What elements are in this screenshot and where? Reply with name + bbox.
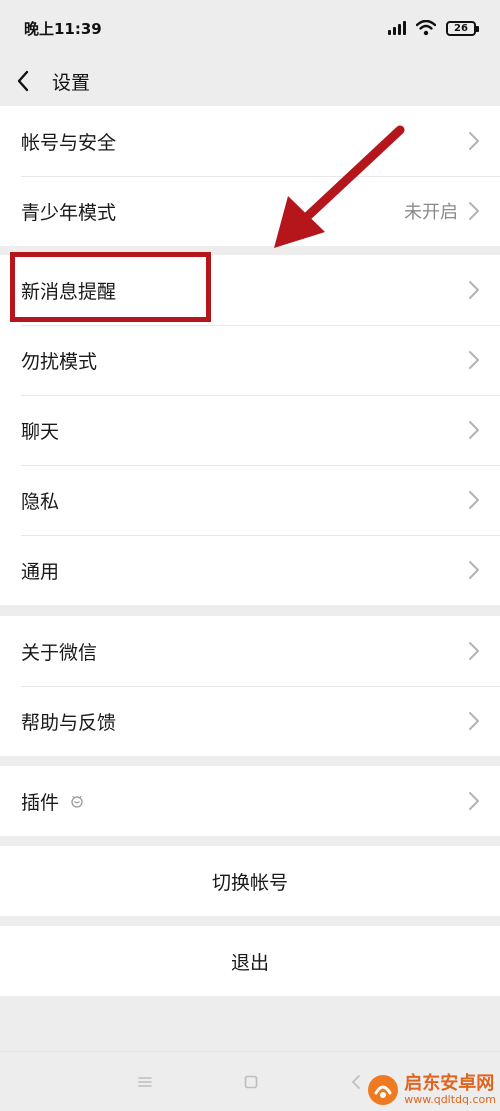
settings-group-plugins: 插件 — [0, 766, 500, 836]
chevron-right-icon — [469, 561, 479, 579]
logout-button[interactable]: 退出 — [0, 926, 500, 996]
chevron-right-icon — [469, 281, 479, 299]
home-icon[interactable] — [243, 1074, 259, 1090]
watermark-logo-icon — [368, 1075, 399, 1105]
chevron-right-icon — [469, 642, 479, 660]
back-arrow-icon[interactable] — [16, 69, 40, 93]
settings-item-label: 插件 — [21, 788, 85, 815]
settings-item-teen-mode[interactable]: 青少年模式 未开启 — [0, 176, 500, 246]
settings-item-label: 关于微信 — [21, 641, 98, 664]
settings-item-privacy[interactable]: 隐私 — [0, 465, 500, 535]
switch-account-section: 切换帐号 — [0, 846, 500, 916]
chevron-right-icon — [469, 712, 479, 730]
settings-item-label: 通用 — [21, 560, 60, 583]
chevron-right-icon — [469, 792, 479, 810]
plugins-label: 插件 — [21, 791, 60, 814]
wifi-icon — [416, 20, 436, 36]
chevron-right-icon — [469, 351, 479, 369]
battery-level: 26 — [454, 22, 468, 34]
back-icon[interactable] — [349, 1074, 363, 1090]
settings-item-label: 新消息提醒 — [21, 280, 117, 303]
settings-item-label: 青少年模式 — [21, 201, 117, 224]
status-icons: 26 — [388, 20, 479, 36]
page-title: 设置 — [52, 71, 91, 94]
switch-account-button[interactable]: 切换帐号 — [0, 846, 500, 916]
settings-item-account-security[interactable]: 帐号与安全 — [0, 106, 500, 176]
settings-item-label: 帐号与安全 — [21, 131, 117, 154]
chevron-right-icon — [469, 491, 479, 509]
settings-item-label: 帮助与反馈 — [21, 711, 117, 734]
settings-item-new-message-alerts[interactable]: 新消息提醒 — [0, 255, 500, 325]
chevron-right-icon — [469, 132, 479, 150]
settings-item-label: 隐私 — [21, 490, 60, 513]
settings-group-about: 关于微信 帮助与反馈 — [0, 616, 500, 756]
logout-section: 退出 — [0, 926, 500, 996]
battery-icon: 26 — [446, 20, 479, 36]
settings-item-plugins[interactable]: 插件 — [0, 766, 500, 836]
status-bar: 晚上11:39 26 — [0, 0, 500, 56]
settings-item-about-wechat[interactable]: 关于微信 — [0, 616, 500, 686]
nav-bar: 设置 — [0, 56, 500, 106]
chevron-right-icon — [469, 202, 479, 220]
watermark: 启东安卓网 www.qdltdq.com — [366, 1073, 496, 1107]
settings-item-label: 聊天 — [21, 420, 60, 443]
menu-icon[interactable] — [137, 1075, 153, 1089]
plugin-icon — [71, 795, 83, 808]
settings-item-chat[interactable]: 聊天 — [0, 395, 500, 465]
watermark-url: www.qdltdq.com — [404, 1092, 496, 1106]
settings-item-do-not-disturb[interactable]: 勿扰模式 — [0, 325, 500, 395]
settings-item-label: 勿扰模式 — [21, 350, 98, 373]
status-time: 晚上11:39 — [24, 19, 102, 38]
watermark-title: 启东安卓网 — [404, 1073, 495, 1095]
signal-icon — [388, 21, 406, 35]
settings-item-help-feedback[interactable]: 帮助与反馈 — [0, 686, 500, 756]
chevron-right-icon — [469, 421, 479, 439]
settings-item-general[interactable]: 通用 — [0, 535, 500, 605]
settings-group-general: 新消息提醒 勿扰模式 聊天 隐私 通用 — [0, 255, 500, 605]
teen-mode-status: 未开启 — [404, 202, 458, 223]
settings-group-account: 帐号与安全 青少年模式 未开启 — [0, 106, 500, 246]
